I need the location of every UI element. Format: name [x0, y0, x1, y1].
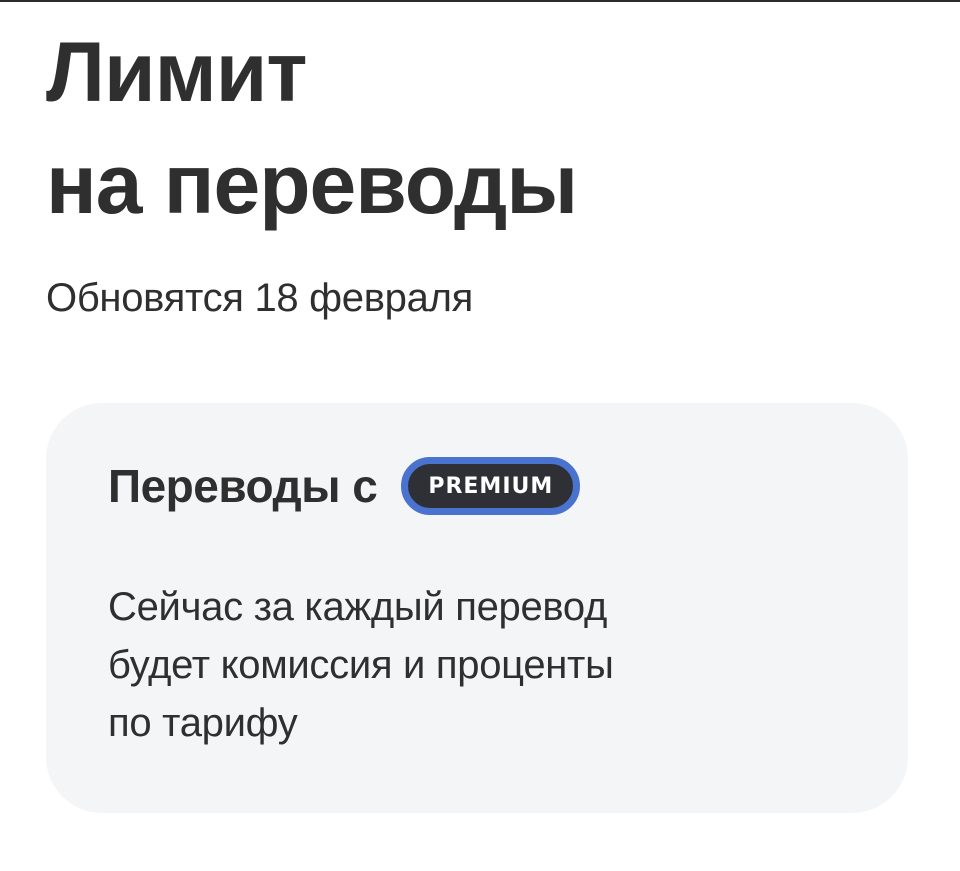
card-description-line-3: по тарифу: [108, 701, 298, 745]
card-description: Сейчас за каждый перевод будет комиссия …: [108, 578, 868, 752]
premium-transfers-card[interactable]: Переводы с PREMIUM Сейчас за каждый пере…: [46, 403, 908, 813]
card-title: Переводы с: [108, 460, 378, 512]
premium-badge: PREMIUM: [401, 457, 581, 515]
card-header: Переводы с PREMIUM: [108, 457, 581, 515]
limit-refresh-date: Обновятся 18 февраля: [46, 276, 473, 320]
page-title-line-1: Лимит: [46, 25, 308, 119]
top-divider: [0, 0, 960, 2]
card-description-line-2: будет комиссия и проценты: [108, 643, 614, 687]
page-title-line-2: на переводы: [46, 137, 578, 231]
card-description-line-1: Сейчас за каждый перевод: [108, 585, 608, 629]
page-title: Лимит на переводы: [46, 16, 906, 240]
